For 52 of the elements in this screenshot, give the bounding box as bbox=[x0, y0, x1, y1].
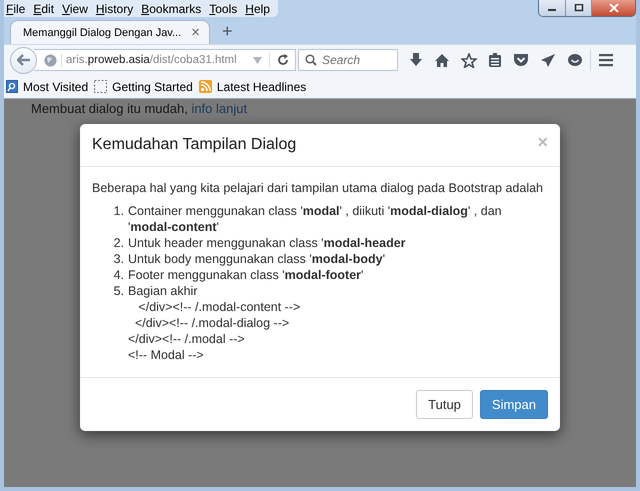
intro-text: Beberapa hal yang kita pelajari dari tampilan utama dialog pada Bootstrap adalah bbox=[92, 181, 544, 195]
list-number: 5. bbox=[112, 283, 124, 300]
star-icon[interactable] bbox=[461, 52, 477, 68]
list-item-text: Bagian akhir bbox=[128, 284, 198, 298]
list-number: 1. bbox=[112, 203, 124, 220]
list-item-text: Footer menggunakan class 'modal-footer' bbox=[128, 268, 364, 282]
list-number: 4. bbox=[112, 267, 124, 283]
back-arrow-icon bbox=[16, 54, 30, 66]
menu-item[interactable]: Help bbox=[241, 0, 274, 17]
menu-item[interactable]: History bbox=[92, 0, 138, 17]
bookmark-folder-icon bbox=[6, 80, 18, 93]
menu-item[interactable]: View bbox=[58, 0, 92, 17]
list-number: 3. bbox=[112, 251, 124, 267]
code-line: <!-- Modal --> bbox=[128, 347, 205, 363]
browser-tab[interactable]: Memanggil Dialog Dengan Jav... × bbox=[10, 20, 210, 44]
rss-feed-icon bbox=[198, 80, 212, 93]
new-tab-button[interactable]: + bbox=[218, 20, 237, 42]
list-number: 2. bbox=[112, 235, 124, 251]
bookmark-item[interactable]: Getting Started bbox=[94, 80, 193, 94]
close-icon bbox=[608, 4, 618, 12]
back-button[interactable] bbox=[10, 46, 37, 74]
bookmark-item[interactable]: Latest Headlines bbox=[198, 80, 306, 94]
search-field[interactable]: Search bbox=[298, 49, 398, 71]
maximize-icon bbox=[574, 4, 584, 12]
list-item-text: Untuk body menggunakan class 'modal-body' bbox=[128, 252, 385, 266]
download-icon[interactable] bbox=[409, 52, 423, 68]
chat-bubble-icon[interactable] bbox=[567, 52, 583, 68]
page-text: Membuat dialog itu mudah, bbox=[31, 101, 188, 116]
code-line: </div><!-- /.modal-dialog --> bbox=[134, 315, 290, 331]
menu-item[interactable]: Bookmarks bbox=[137, 0, 206, 17]
paper-plane-icon[interactable] bbox=[540, 52, 556, 68]
maximize-button[interactable] bbox=[565, 0, 591, 16]
home-icon[interactable] bbox=[434, 53, 450, 67]
code-line: </div><!-- /.modal-content --> bbox=[137, 299, 302, 315]
save-button[interactable]: Simpan bbox=[480, 390, 548, 419]
code-line: </div><!-- /.modal --> bbox=[128, 331, 246, 347]
blank-page-icon bbox=[94, 80, 108, 93]
close-button[interactable] bbox=[591, 0, 635, 16]
menu-item[interactable]: Edit bbox=[29, 0, 58, 17]
menu-icon[interactable] bbox=[598, 53, 614, 67]
minimize-button[interactable] bbox=[539, 0, 565, 16]
address-field[interactable]: aris.proweb.asia/dist/coba31.html bbox=[34, 49, 296, 71]
menu-item[interactable]: File bbox=[4, 0, 30, 17]
tab-close-icon[interactable]: × bbox=[191, 24, 200, 41]
list-item-text: Untuk header menggunakan class 'modal-header bbox=[128, 236, 406, 250]
pocket-icon[interactable] bbox=[513, 53, 529, 67]
reload-icon[interactable] bbox=[277, 54, 289, 66]
bookmark-item[interactable]: Most Visited bbox=[6, 80, 88, 94]
modal-title: Kemudahan Tampilan Dialog bbox=[92, 136, 296, 154]
menu-item[interactable]: Tools bbox=[205, 0, 242, 17]
clipboard-icon[interactable] bbox=[488, 52, 502, 68]
close-dialog-button[interactable]: Tutup bbox=[416, 390, 473, 419]
